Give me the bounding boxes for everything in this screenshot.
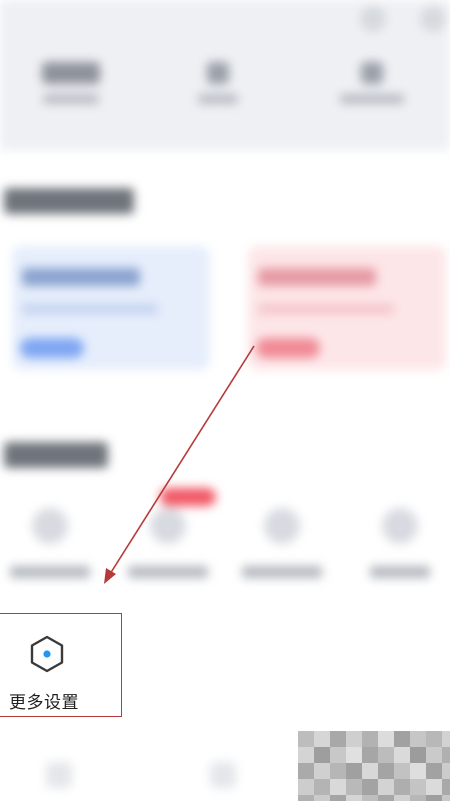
settings-hexagon-icon (30, 635, 64, 673)
more-settings-highlight[interactable]: 更多设置 (0, 613, 122, 717)
more-settings-label: 更多设置 (9, 693, 79, 713)
